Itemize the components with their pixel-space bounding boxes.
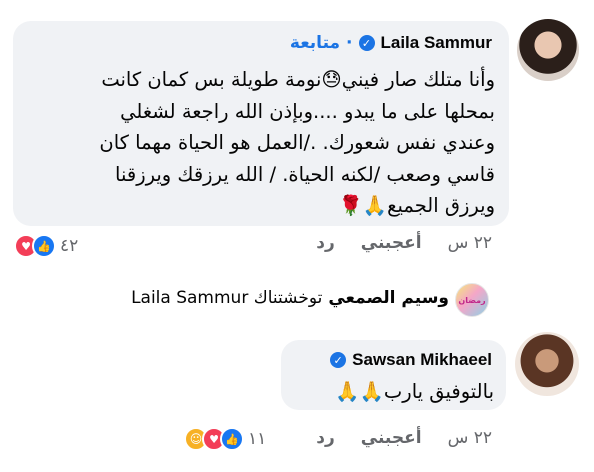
comment-actions: ٢٢ س أعجبني رد — [316, 428, 492, 448]
reply-button[interactable]: رد — [316, 233, 335, 253]
reactions-count: ١١ — [248, 429, 267, 449]
reply-author-name: وسيم الصمعي — [328, 288, 449, 308]
comment-bubble-sawsan: ✓ Sawsan Mikhaeel بالتوفيق يارب🙏🙏 — [281, 340, 506, 410]
reply-summary[interactable]: وسيم الصمعي توخشتناك Laila Sammur — [131, 288, 449, 308]
reactions-summary[interactable]: 👍 ♥ ☺ ١١ — [184, 427, 267, 451]
like-button[interactable]: أعجبني — [361, 233, 422, 253]
comment-header: ✓ Sawsan Mikhaeel — [330, 350, 492, 370]
comment-actions: ٢٢ س أعجبني رد — [316, 233, 492, 253]
comment-text: وأنا متلك صار فيني😓نومة طويلة بس كمان كا… — [25, 64, 495, 222]
like-reaction-icon: 👍 — [220, 427, 244, 451]
comment-time[interactable]: ٢٢ س — [448, 428, 492, 448]
comment-line: ويرزق الجميع🙏🌹 — [338, 194, 495, 217]
avatar-text: رمضان — [458, 295, 486, 305]
verified-badge-icon: ✓ — [358, 35, 375, 51]
comment-author-name[interactable]: Laila Sammur — [381, 33, 493, 53]
reply-text: توخشتناك Laila Sammur — [131, 288, 323, 308]
comment-line: بمحلها على ما يبدو ....وبإذن الله راجعة … — [120, 99, 495, 123]
verified-badge-icon: ✓ — [330, 352, 347, 368]
separator-dot: · — [346, 33, 353, 53]
comment-author-name[interactable]: Sawsan Mikhaeel — [352, 350, 492, 370]
reaction-icons: 👍 ♥ — [14, 234, 56, 258]
comment-line: قاسي وصعب /لكنه الحياة. / الله يرزقك وير… — [115, 162, 495, 186]
avatar-wassim[interactable]: رمضان — [455, 283, 489, 317]
avatar-laila-sammur[interactable] — [517, 19, 579, 81]
follow-link[interactable]: متابعة — [290, 33, 340, 53]
like-reaction-icon: 👍 — [32, 234, 56, 258]
avatar-sawsan-mikhaeel[interactable] — [515, 332, 579, 396]
comment-text: بالتوفيق يارب🙏🙏 — [335, 380, 494, 403]
comment-line: وأنا متلك صار فيني😓نومة طويلة بس كمان كا… — [101, 68, 495, 91]
reply-button[interactable]: رد — [316, 428, 335, 448]
comment-header: متابعة · ✓ Laila Sammur — [290, 33, 492, 53]
like-button[interactable]: أعجبني — [361, 428, 422, 448]
reactions-summary[interactable]: 👍 ♥ ٤٢ — [14, 234, 79, 258]
comment-line: وعندي نفس شعورك. ./العمل هو الحياة مهما … — [99, 131, 495, 154]
reactions-count: ٤٢ — [60, 236, 79, 256]
reaction-icons: 👍 ♥ ☺ — [184, 427, 244, 451]
comment-bubble-laila: متابعة · ✓ Laila Sammur وأنا متلك صار في… — [13, 21, 509, 226]
comment-time[interactable]: ٢٢ س — [448, 233, 492, 253]
